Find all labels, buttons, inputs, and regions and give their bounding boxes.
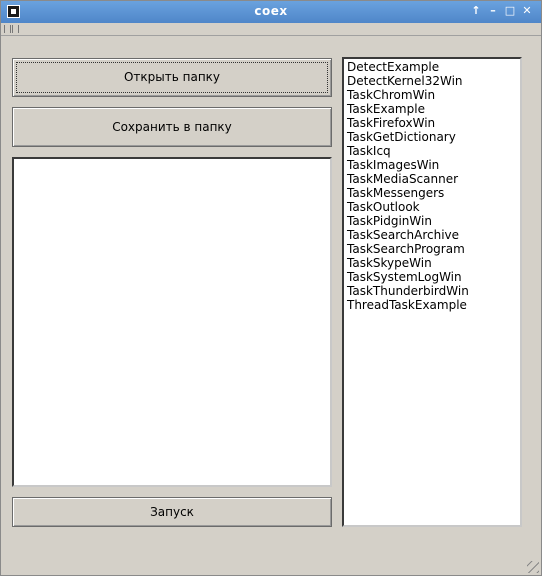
save-to-folder-button[interactable]: Сохранить в папку — [12, 107, 332, 147]
title-bar[interactable]: coex ↑ – □ ✕ — [1, 1, 541, 23]
toolbar-grip-icon[interactable] — [4, 25, 11, 33]
task-list-item[interactable]: DetectKernel32Win — [347, 74, 520, 88]
task-list-item[interactable]: TaskMediaScanner — [347, 172, 520, 186]
output-text-area[interactable] — [12, 157, 332, 487]
save-to-folder-label: Сохранить в папку — [112, 120, 232, 134]
task-list-item[interactable]: DetectExample — [347, 60, 520, 74]
task-list-item[interactable]: TaskPidginWin — [347, 214, 520, 228]
open-folder-button[interactable]: Открыть папку — [12, 58, 332, 97]
toolbar-grip-icon[interactable] — [12, 25, 19, 33]
task-list-item[interactable]: TaskSystemLogWin — [347, 270, 520, 284]
task-list-item[interactable]: TaskSearchProgram — [347, 242, 520, 256]
task-list-item[interactable]: TaskOutlook — [347, 200, 520, 214]
app-window: coex ↑ – □ ✕ Открыть папку Сохранить в п… — [0, 0, 542, 576]
maximize-icon[interactable]: □ — [502, 3, 518, 19]
toolbar-handles — [1, 23, 541, 36]
run-button[interactable]: Запуск — [12, 497, 332, 527]
task-list[interactable]: DetectExample DetectKernel32Win TaskChro… — [342, 57, 522, 527]
task-list-item[interactable]: TaskGetDictionary — [347, 130, 520, 144]
resize-grip-icon[interactable] — [527, 561, 539, 573]
keep-above-icon[interactable]: ↑ — [468, 3, 484, 19]
close-icon[interactable]: ✕ — [519, 3, 535, 19]
minimize-icon[interactable]: – — [485, 3, 501, 19]
task-list-item[interactable]: TaskIcq — [347, 144, 520, 158]
task-list-item[interactable]: ThreadTaskExample — [347, 298, 520, 312]
task-list-item[interactable]: TaskSearchArchive — [347, 228, 520, 242]
run-label: Запуск — [150, 505, 194, 519]
task-list-item[interactable]: TaskChromWin — [347, 88, 520, 102]
task-list-item[interactable]: TaskExample — [347, 102, 520, 116]
task-list-item[interactable]: TaskSkypeWin — [347, 256, 520, 270]
open-folder-label: Открыть папку — [123, 70, 221, 84]
task-list-item[interactable]: TaskFirefoxWin — [347, 116, 520, 130]
task-list-item[interactable]: TaskImagesWin — [347, 158, 520, 172]
window-title: coex — [254, 4, 288, 18]
task-list-item[interactable]: TaskThunderbirdWin — [347, 284, 520, 298]
task-list-item[interactable]: TaskMessengers — [347, 186, 520, 200]
